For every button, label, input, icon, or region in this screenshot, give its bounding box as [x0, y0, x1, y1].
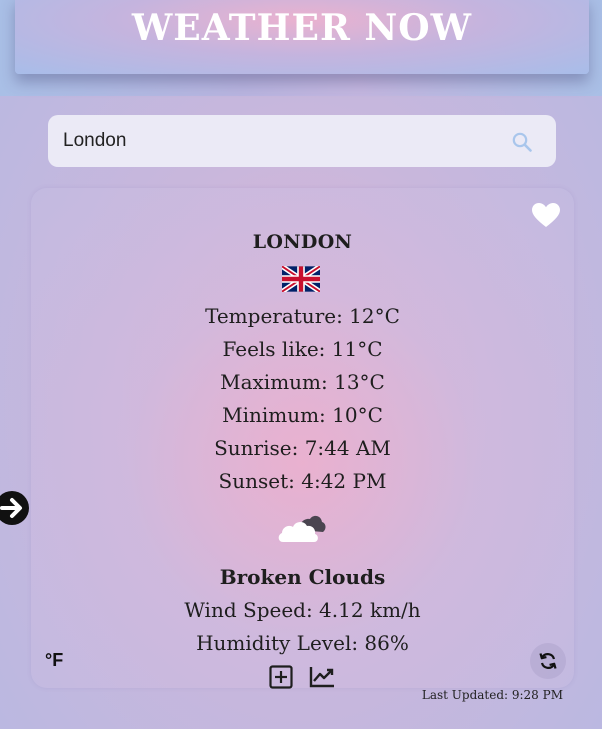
wind-speed-reading: Wind Speed: 4.12 km/h	[184, 598, 421, 622]
refresh-icon	[539, 653, 557, 669]
arrow-right-circle-icon[interactable]	[0, 490, 30, 526]
sunrise-time: Sunrise: 7:44 AM	[214, 436, 391, 460]
weather-card: LONDON Temperature: 12°C Feels like: 11°…	[31, 188, 574, 689]
weather-description: Broken Clouds	[219, 565, 386, 589]
fahrenheit-toggle-button[interactable]: °F	[45, 650, 63, 671]
refresh-button[interactable]	[530, 643, 566, 679]
search-icon[interactable]	[512, 132, 532, 152]
plus-square-icon[interactable]	[269, 665, 293, 689]
humidity-reading: Humidity Level: 86%	[196, 631, 409, 655]
last-updated-text: Last Updated: 9:28 PM	[421, 688, 563, 702]
minimum-temperature: Minimum: 10°C	[222, 403, 383, 427]
sunset-time: Sunset: 4:42 PM	[218, 469, 387, 493]
united-kingdom-flag-icon	[282, 266, 320, 292]
broken-clouds-icon	[278, 515, 326, 542]
search-bar	[48, 115, 556, 167]
app-title: WEATHER NOW	[131, 7, 473, 49]
heart-icon[interactable]	[532, 203, 560, 228]
app-header: WEATHER NOW	[15, 0, 589, 74]
feels-like-reading: Feels like: 11°C	[222, 337, 383, 361]
maximum-temperature: Maximum: 13°C	[220, 370, 385, 394]
city-name: LONDON	[252, 231, 353, 253]
search-input[interactable]	[48, 115, 503, 167]
temperature-reading: Temperature: 12°C	[205, 304, 400, 328]
trend-chart-icon[interactable]	[309, 665, 335, 689]
